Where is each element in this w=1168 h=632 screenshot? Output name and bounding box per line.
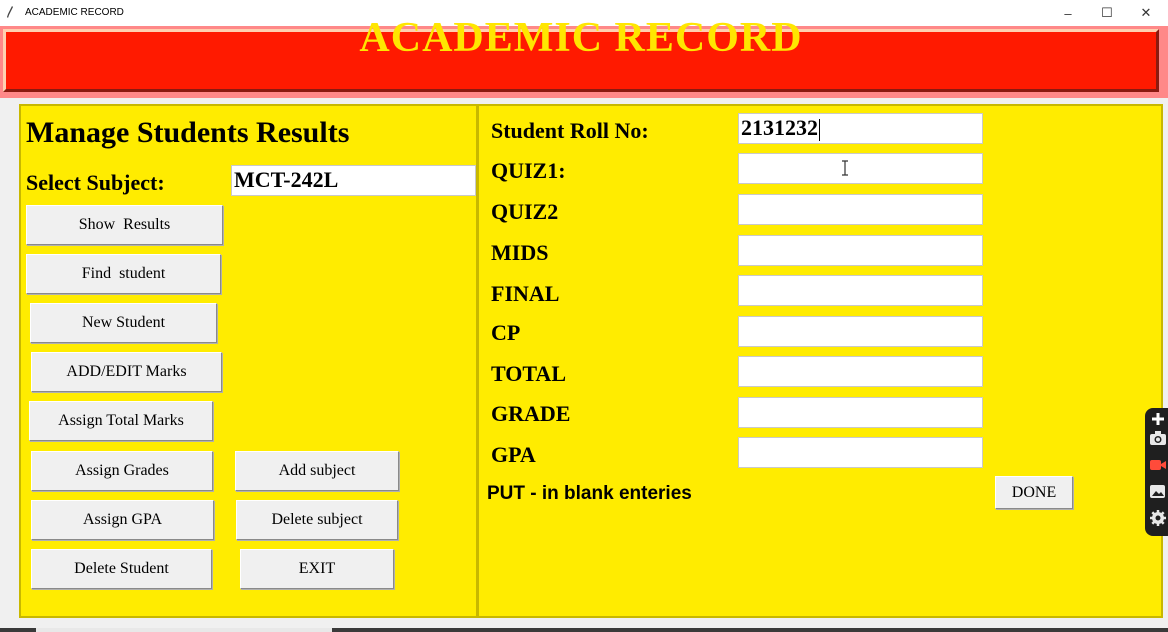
- select-subject-label: Select Subject:: [26, 170, 165, 195]
- add-subject-button[interactable]: Add subject: [235, 451, 399, 491]
- text-cursor-icon: [842, 160, 848, 176]
- cp-label: CP: [491, 320, 521, 345]
- mids-label: MIDS: [491, 240, 549, 265]
- roll-no-field[interactable]: 2131232: [738, 113, 983, 144]
- add-edit-marks-button[interactable]: ADD/EDIT Marks: [31, 352, 222, 392]
- plus-icon[interactable]: [1149, 410, 1167, 428]
- taskbar-segment: [36, 628, 332, 632]
- new-student-button[interactable]: New Student: [30, 303, 217, 343]
- final-field[interactable]: [738, 275, 983, 306]
- total-field[interactable]: [738, 356, 983, 387]
- taskbar-strip: [0, 628, 1168, 632]
- grade-label: GRADE: [491, 401, 571, 426]
- show-results-button[interactable]: Show Results: [26, 205, 223, 245]
- page-title: ACADEMIC RECORD: [359, 15, 803, 61]
- roll-no-label: Student Roll No:: [491, 118, 649, 143]
- text-caret: [819, 118, 820, 141]
- gpa-field[interactable]: [738, 437, 983, 468]
- done-button[interactable]: DONE: [995, 476, 1073, 509]
- blank-entries-note: PUT - in blank enteries: [487, 483, 692, 504]
- grade-field[interactable]: [738, 397, 983, 428]
- cp-field[interactable]: [738, 316, 983, 347]
- delete-student-button[interactable]: Delete Student: [31, 549, 212, 589]
- quiz1-label: QUIZ1:: [491, 158, 566, 183]
- exit-button[interactable]: EXIT: [240, 549, 394, 589]
- quiz2-label: QUIZ2: [491, 199, 559, 224]
- quiz2-field[interactable]: [738, 194, 983, 225]
- find-student-button[interactable]: Find student: [26, 254, 221, 294]
- video-icon[interactable]: [1149, 456, 1167, 474]
- roll-no-value: 2131232: [741, 115, 818, 140]
- total-label: TOTAL: [491, 361, 566, 386]
- camera-icon[interactable]: [1149, 429, 1167, 447]
- side-toolbar: [1145, 408, 1168, 536]
- assign-gpa-button[interactable]: Assign GPA: [31, 500, 214, 540]
- gpa-label: GPA: [491, 442, 536, 467]
- mids-field[interactable]: [738, 235, 983, 266]
- gallery-icon[interactable]: [1149, 482, 1167, 500]
- panel-heading: Manage Students Results: [26, 116, 350, 149]
- settings-icon[interactable]: [1149, 509, 1167, 527]
- assign-total-marks-button[interactable]: Assign Total Marks: [29, 401, 213, 441]
- delete-subject-button[interactable]: Delete subject: [236, 500, 398, 540]
- assign-grades-button[interactable]: Assign Grades: [31, 451, 213, 491]
- quiz1-field[interactable]: [738, 153, 983, 184]
- subject-field[interactable]: MCT-242L: [231, 165, 476, 196]
- final-label: FINAL: [491, 281, 560, 306]
